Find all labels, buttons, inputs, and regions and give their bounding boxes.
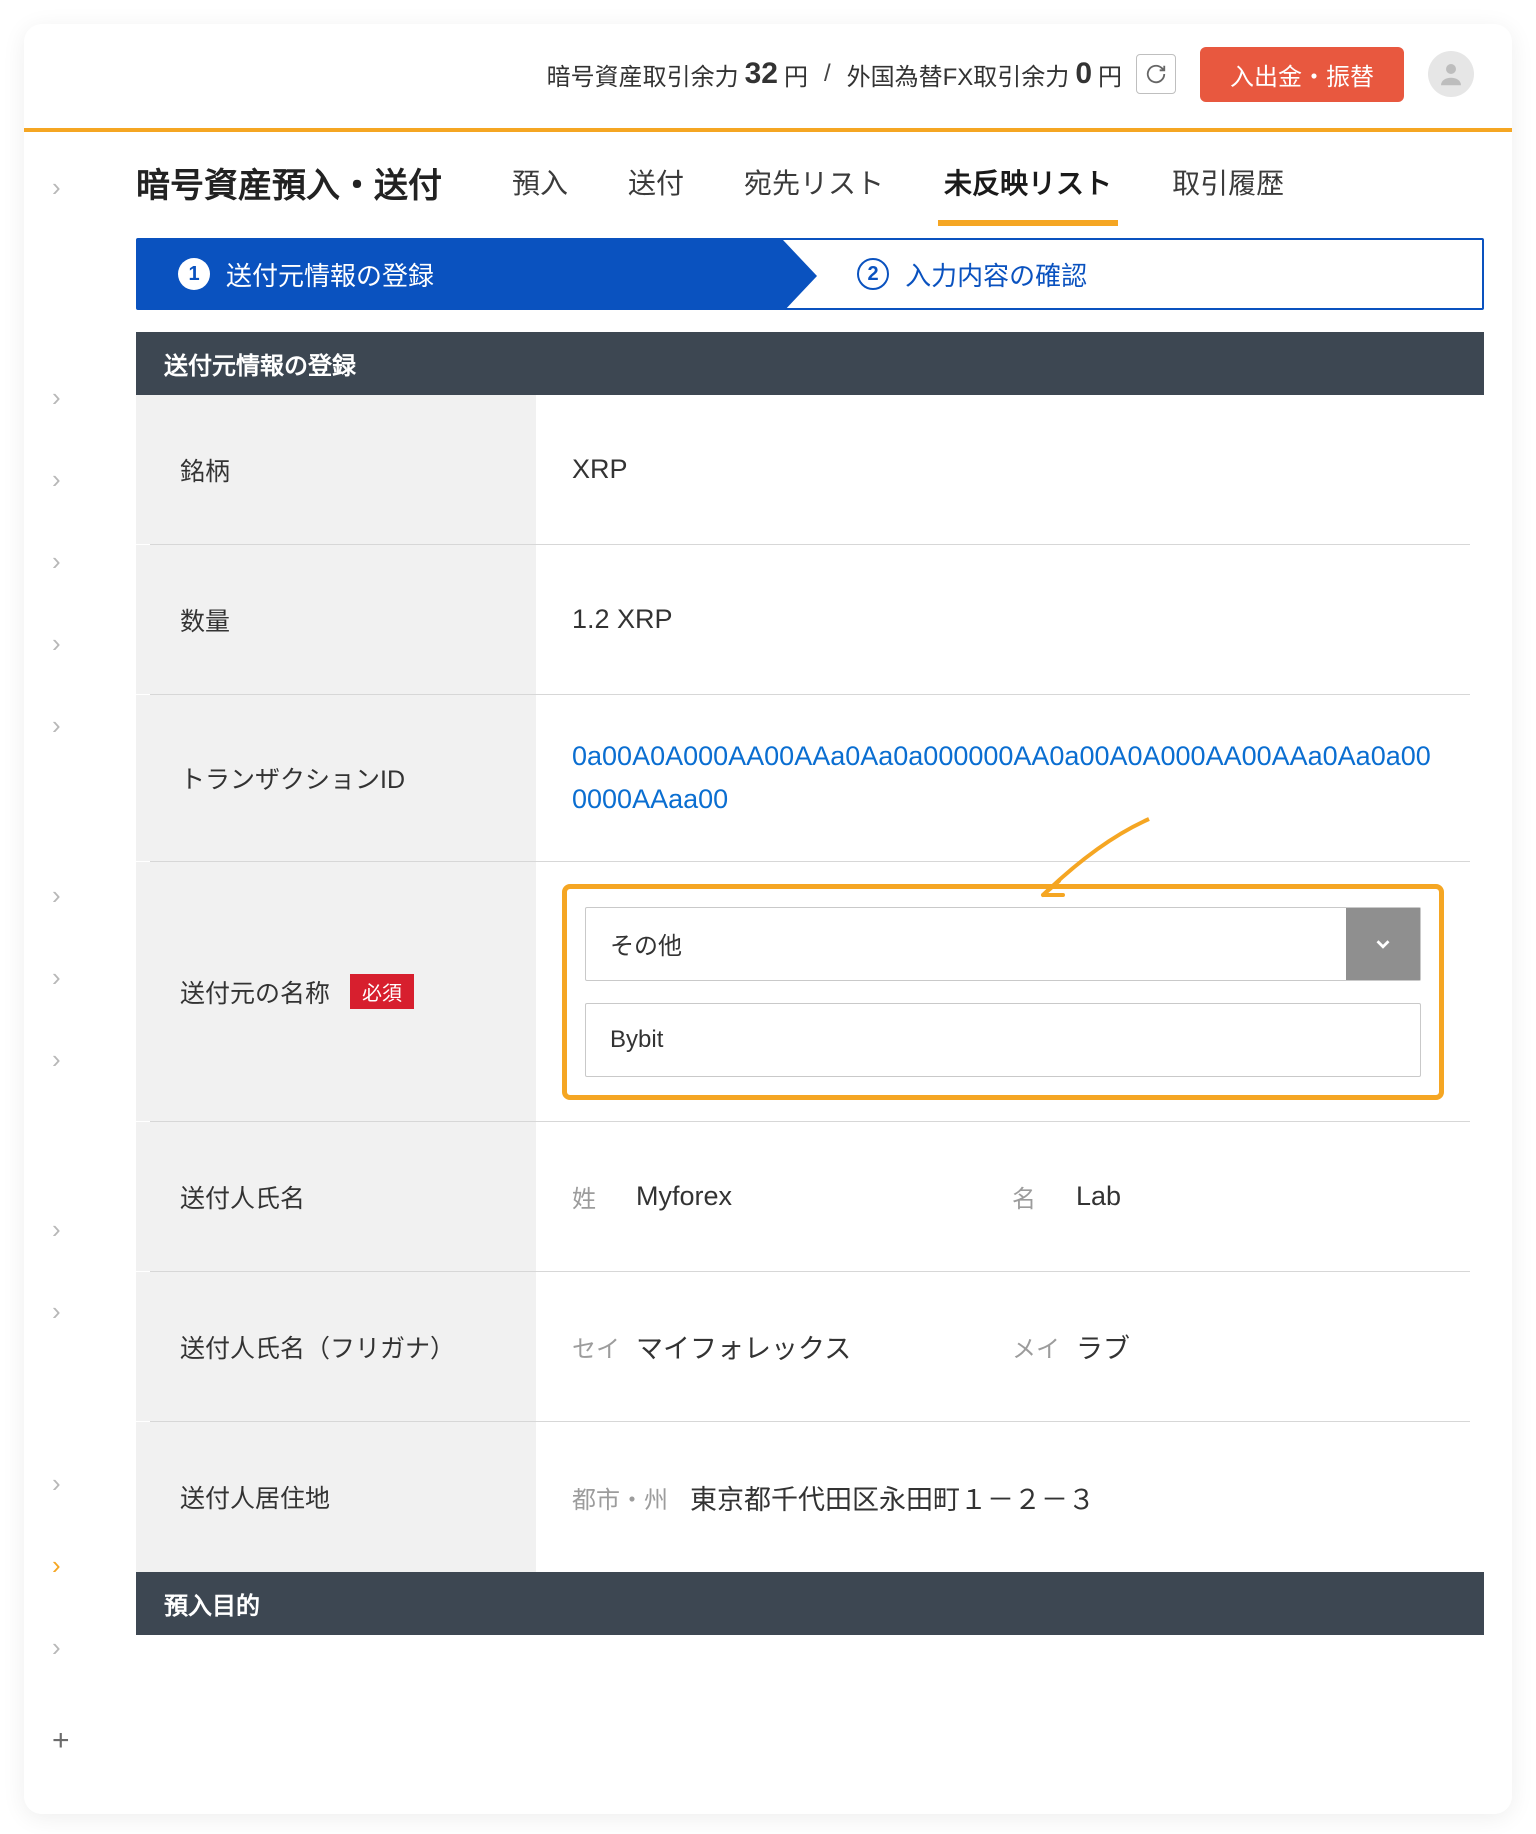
- tab-send[interactable]: 送付: [628, 140, 684, 224]
- label-sender-name-text: 送付元の名称: [180, 974, 330, 1010]
- label-quantity: 数量: [136, 545, 536, 694]
- fx-balance-label: 外国為替FX取引余力: [847, 57, 1070, 92]
- side-chevron[interactable]: [52, 548, 61, 574]
- step-2: 2 入力内容の確認: [783, 240, 1482, 308]
- sender-name-select[interactable]: その他: [585, 907, 1421, 981]
- tab-deposit[interactable]: 預入: [512, 140, 568, 224]
- label-sei-kana: セイ: [572, 1329, 620, 1364]
- value-mei: Lab: [1076, 1181, 1121, 1212]
- side-chevron[interactable]: [52, 882, 61, 908]
- crypto-balance-label: 暗号資産取引余力: [547, 57, 739, 92]
- page-title: 暗号資産預入・送付: [136, 158, 442, 207]
- avatar[interactable]: [1428, 51, 1474, 97]
- sender-name-select-toggle[interactable]: [1346, 908, 1420, 980]
- tab-pending[interactable]: 未反映リスト: [944, 140, 1112, 224]
- step-2-label: 入力内容の確認: [905, 256, 1087, 293]
- label-person-kana: 送付人氏名（フリガナ）: [136, 1272, 536, 1421]
- label-person-name: 送付人氏名: [136, 1122, 536, 1271]
- crypto-balance-unit: 円: [784, 57, 808, 92]
- sender-name-select-value: その他: [586, 908, 1346, 980]
- label-sender-name: 送付元の名称 必須: [136, 862, 536, 1121]
- label-sei: 姓: [572, 1179, 620, 1214]
- label-address: 送付人居住地: [136, 1422, 536, 1572]
- value-sei-kana: マイフォレックス: [636, 1327, 851, 1366]
- side-rail: [24, 136, 108, 1814]
- value-mei-kana: ラブ: [1076, 1327, 1130, 1366]
- value-quantity: 1.2 XRP: [536, 545, 1470, 694]
- step-1: 1 送付元情報の登録: [138, 240, 783, 308]
- label-txid: トランザクションID: [136, 695, 536, 861]
- tab-nav: 暗号資産預入・送付 預入 送付 宛先リスト 未反映リスト 取引履歴: [108, 136, 1512, 228]
- label-city: 都市・州: [572, 1480, 668, 1515]
- label-mei-kana: メイ: [1012, 1329, 1060, 1364]
- side-chevron[interactable]: [52, 964, 61, 990]
- refresh-button[interactable]: [1136, 54, 1176, 94]
- side-add[interactable]: [52, 1808, 70, 1814]
- side-chevron[interactable]: [52, 1046, 61, 1072]
- step-1-number: 1: [178, 258, 210, 290]
- side-chevron[interactable]: [52, 712, 61, 738]
- value-symbol: XRP: [536, 395, 1470, 544]
- side-add[interactable]: [52, 1726, 70, 1756]
- value-sei: Myforex: [636, 1181, 732, 1212]
- top-header: 暗号資産取引余力 32 円 / 外国為替FX取引余力 0 円 入出金・振替: [24, 24, 1512, 132]
- side-chevron[interactable]: [52, 1298, 61, 1324]
- label-mei: 名: [1012, 1179, 1060, 1214]
- side-chevron[interactable]: [52, 1216, 61, 1242]
- side-chevron[interactable]: [52, 1470, 61, 1496]
- separator: /: [824, 60, 831, 88]
- deposit-transfer-button[interactable]: 入出金・振替: [1200, 47, 1404, 102]
- side-chevron[interactable]: [52, 174, 61, 200]
- chevron-down-icon: [1372, 933, 1394, 955]
- step-2-number: 2: [857, 258, 889, 290]
- sender-name-input[interactable]: Bybit: [585, 1003, 1421, 1077]
- side-chevron[interactable]: [52, 1634, 61, 1660]
- side-chevron[interactable]: [52, 630, 61, 656]
- required-badge: 必須: [350, 974, 414, 1009]
- label-symbol: 銘柄: [136, 395, 536, 544]
- side-chevron[interactable]: [52, 384, 61, 410]
- step-indicator: 1 送付元情報の登録 2 入力内容の確認: [136, 238, 1484, 310]
- fx-balance-value: 0: [1075, 57, 1092, 91]
- side-chevron[interactable]: [52, 466, 61, 492]
- value-address: 東京都千代田区永田町１－２－３: [690, 1478, 1095, 1517]
- sender-name-highlight: その他 Bybit: [562, 884, 1444, 1100]
- section-header-purpose: 預入目的: [136, 1572, 1484, 1635]
- fx-balance-unit: 円: [1098, 57, 1122, 92]
- tab-destinations[interactable]: 宛先リスト: [744, 140, 884, 224]
- crypto-balance-value: 32: [745, 57, 778, 91]
- user-icon: [1436, 59, 1466, 89]
- section-header-sender-info: 送付元情報の登録: [136, 332, 1484, 395]
- refresh-icon: [1145, 63, 1167, 85]
- side-chevron-active[interactable]: [52, 1552, 61, 1578]
- value-txid: 0a00A0A000AA00AAa0Aa0a000000AA0a00A0A000…: [572, 735, 1434, 821]
- tab-history[interactable]: 取引履歴: [1172, 140, 1284, 224]
- step-1-label: 送付元情報の登録: [226, 256, 434, 293]
